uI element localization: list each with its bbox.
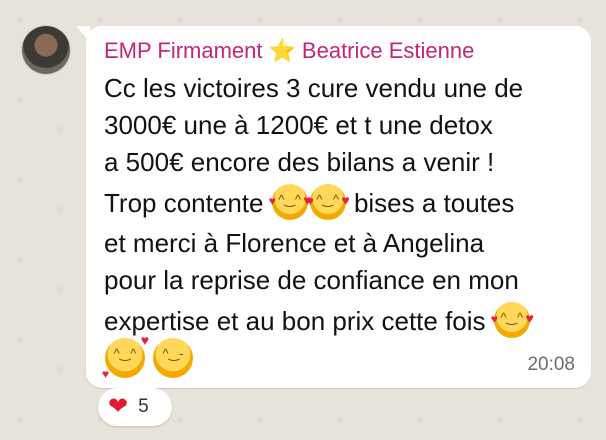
sender-name[interactable]: EMP Firmament xyxy=(104,38,263,64)
message-line: a 500€ encore des bilans a venir ! xyxy=(104,147,495,177)
sender-header: EMP Firmament ⭐ Beatrice Estienne xyxy=(104,38,474,64)
message-text-segment: bises a toutes xyxy=(353,188,515,218)
sender-second-name[interactable]: Beatrice Estienne xyxy=(302,38,474,64)
message-timestamp: 20:08 xyxy=(527,354,575,375)
message-text-segment: expertise et au bon prix cette fois xyxy=(104,306,486,336)
message-text: Cc les victoires 3 cure vendu une de 300… xyxy=(104,70,584,343)
smiling-face-with-hearts-icon: ^‿^ xyxy=(307,178,350,223)
heart-icon: ❤ xyxy=(108,393,129,420)
avatar[interactable] xyxy=(22,26,70,74)
message-bubble[interactable]: EMP Firmament ⭐ Beatrice Estienne Cc les… xyxy=(76,26,591,388)
emoji-row: ^‿^ ^‿- xyxy=(102,332,194,381)
message-line: et merci à Florence et à Angelina xyxy=(104,228,485,258)
message-line: pour la reprise de confiance en mon xyxy=(104,265,519,295)
message-line: Cc les victoires 3 cure vendu une de xyxy=(104,73,524,103)
smiling-face-with-hearts-icon: ^‿^ xyxy=(269,178,312,223)
reaction-count: 5 xyxy=(138,396,149,417)
winking-face-icon: ^‿- xyxy=(153,338,193,378)
smiling-face-with-hearts-icon: ^‿^ xyxy=(102,332,149,381)
star-icon: ⭐ xyxy=(268,38,296,63)
message-line: Trop contente ^‿^^‿^ bises a toutes xyxy=(104,178,584,225)
message-line: expertise et au bon prix cette fois ^‿^ xyxy=(104,296,584,343)
reaction-pill[interactable]: ❤ 5 xyxy=(98,388,172,426)
smiling-face-with-hearts-icon: ^‿^ xyxy=(491,296,534,341)
message-text-segment: Trop contente xyxy=(104,188,264,218)
message-line: 3000€ une à 1200€ et t une detox xyxy=(104,110,493,140)
